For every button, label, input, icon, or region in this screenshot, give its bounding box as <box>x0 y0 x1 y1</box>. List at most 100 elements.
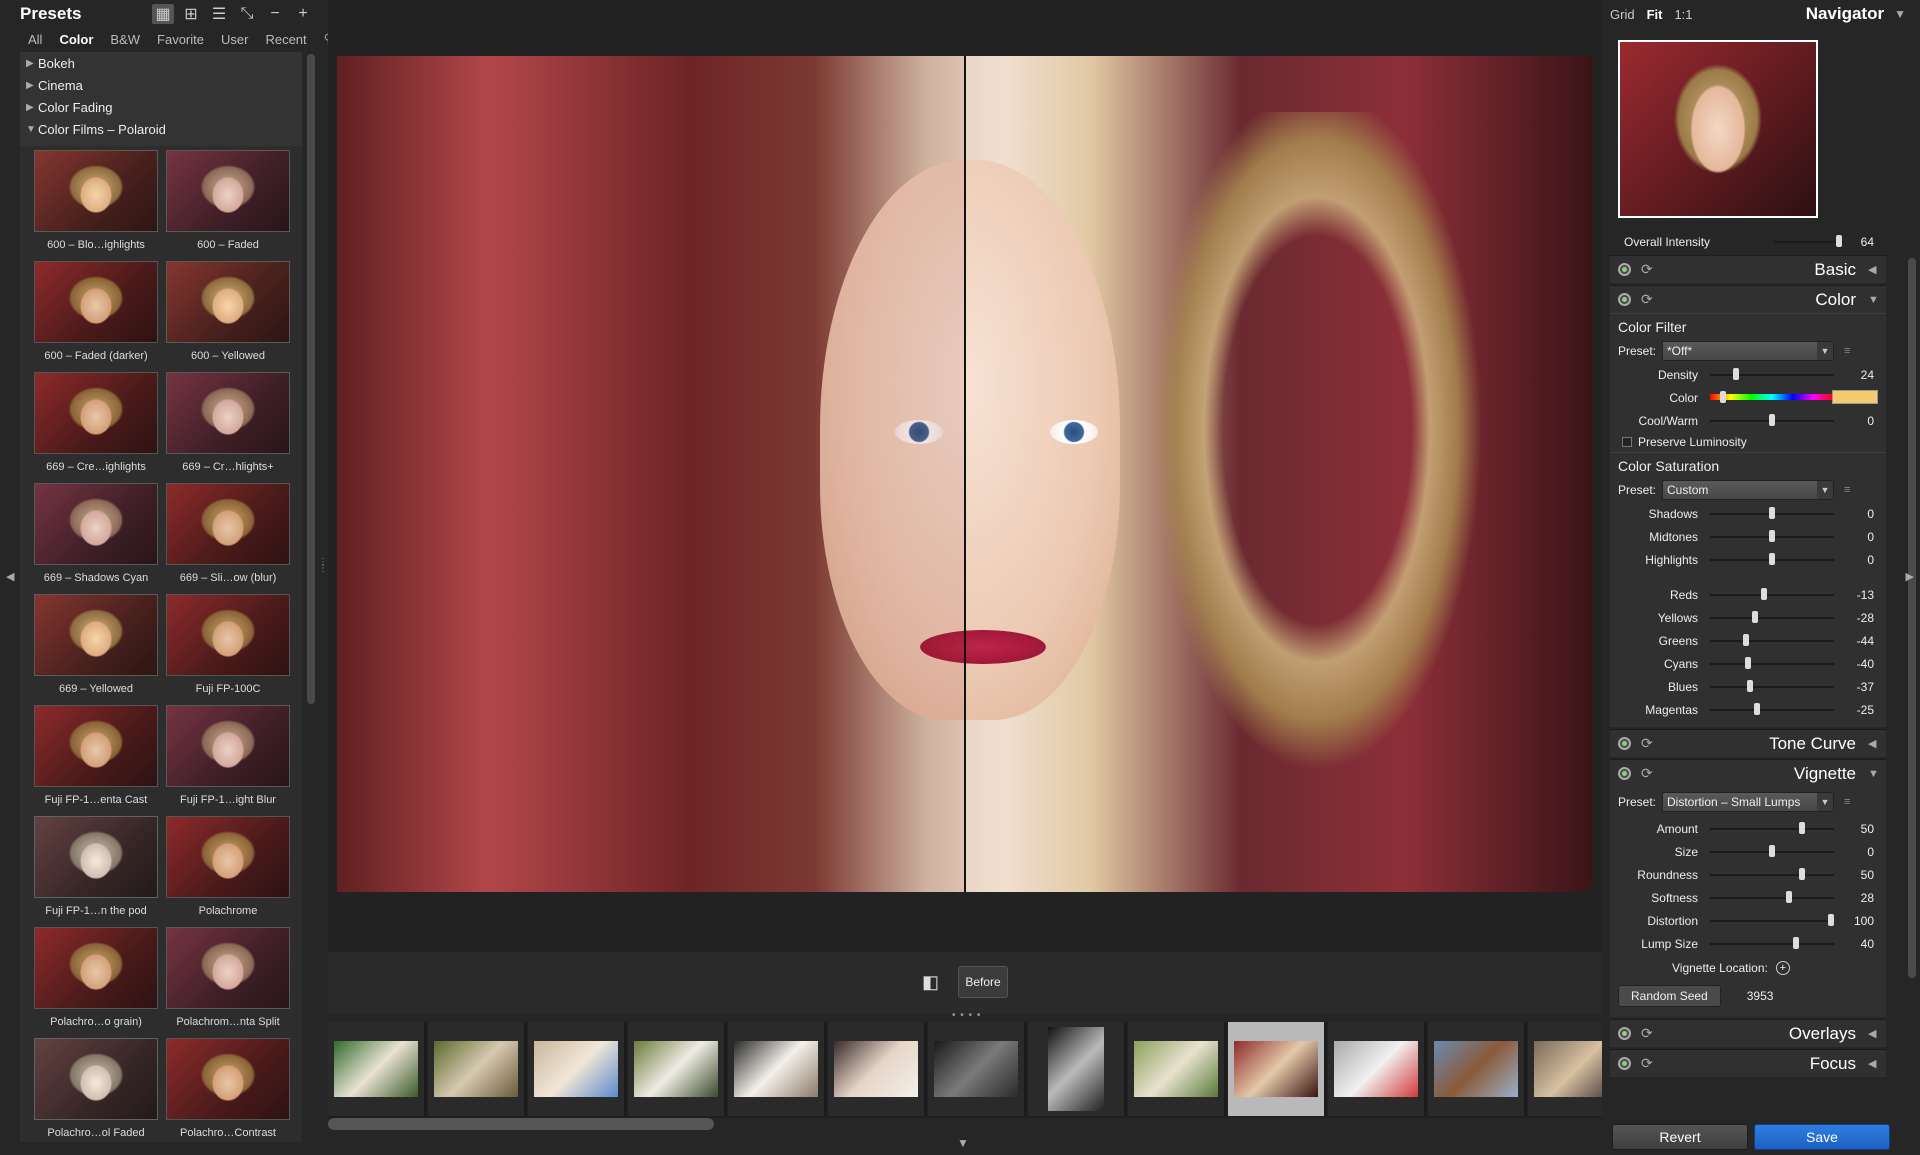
slider-reds[interactable]: Reds -13 <box>1610 583 1886 606</box>
before-button[interactable]: Before <box>958 966 1008 998</box>
collapse-right-panel-icon[interactable]: ▶ <box>1906 570 1914 583</box>
random-seed-button[interactable]: Random Seed <box>1618 985 1721 1007</box>
enable-toggle-icon[interactable] <box>1618 293 1631 306</box>
navigator-thumbnail[interactable] <box>1618 40 1818 218</box>
reset-icon[interactable]: ⟳ <box>1641 1055 1653 1072</box>
section-color[interactable]: ⟳ Color ▼ <box>1610 285 1886 313</box>
slider-highlights[interactable]: Highlights 0 <box>1610 548 1886 571</box>
slider-knob[interactable] <box>1754 703 1761 715</box>
reset-icon[interactable]: ⟳ <box>1641 765 1653 782</box>
filmstrip-item[interactable] <box>628 1022 726 1116</box>
filter-user[interactable]: User <box>221 32 248 47</box>
color-saturation-preset-select[interactable]: Custom ▼ <box>1662 480 1835 500</box>
category-bokeh[interactable]: ▶ Bokeh <box>20 52 302 74</box>
preset-thumbnail[interactable]: 669 – Shadows Cyan <box>34 483 158 584</box>
slider-knob[interactable] <box>1769 845 1775 857</box>
preset-thumbnail[interactable]: Polachrom…nta Split <box>166 927 290 1028</box>
filmstrip-item[interactable] <box>1228 1022 1326 1116</box>
section-tone-curve[interactable]: ⟳ Tone Curve ◀ <box>1610 729 1886 757</box>
slider-knob[interactable] <box>1745 657 1752 669</box>
filmstrip-item[interactable] <box>1128 1022 1226 1116</box>
slider-amount[interactable]: Amount 50 <box>1610 817 1886 840</box>
preset-thumbnail[interactable]: Polachro…ol Faded <box>34 1038 158 1139</box>
add-preset-icon[interactable]: + <box>292 4 314 24</box>
navigator-dropdown-icon[interactable]: ▼ <box>1894 7 1906 21</box>
color-swatch[interactable] <box>1832 390 1878 404</box>
filter-color[interactable]: Color <box>59 32 93 47</box>
slider-knob[interactable] <box>1752 611 1759 623</box>
slider-knob[interactable] <box>1733 368 1739 380</box>
list-view-icon[interactable]: ☰ <box>208 4 230 24</box>
vignette-preset-select[interactable]: Distortion – Small Lumps ▼ <box>1662 792 1835 812</box>
preset-thumbnail[interactable]: 669 – Sli…ow (blur) <box>166 483 290 584</box>
filmstrip-item[interactable] <box>328 1022 426 1116</box>
reset-icon[interactable]: ⟳ <box>1641 1025 1653 1042</box>
filmstrip-scrollbar[interactable] <box>328 1118 714 1130</box>
preset-menu-icon[interactable]: ≡ <box>1844 345 1850 357</box>
preset-thumbnail[interactable]: Fuji FP-1…enta Cast <box>34 705 158 806</box>
large-grid-view-icon[interactable]: ▦ <box>152 4 174 24</box>
reset-icon[interactable]: ⟳ <box>1641 261 1653 278</box>
preset-thumbnail[interactable]: 669 – Cre…ighlights <box>34 372 158 473</box>
filter-favorite[interactable]: Favorite <box>157 32 204 47</box>
presets-scrollbar[interactable] <box>307 54 315 704</box>
slider-knob[interactable] <box>1792 937 1799 949</box>
slider-knob[interactable] <box>1769 530 1775 542</box>
filmstrip-item[interactable] <box>428 1022 526 1116</box>
preset-thumbnail[interactable]: 600 – Yellowed <box>166 261 290 362</box>
preset-thumbnail[interactable]: Polachro…Contrast <box>166 1038 290 1139</box>
enable-toggle-icon[interactable] <box>1618 767 1631 780</box>
preset-thumbnail[interactable]: 669 – Yellowed <box>34 594 158 695</box>
reset-icon[interactable]: ⟳ <box>1641 291 1653 308</box>
collapse-left-panel-icon[interactable]: ◀ <box>6 570 14 583</box>
preset-thumbnail[interactable]: Fuji FP-100C <box>166 594 290 695</box>
slider-size[interactable]: Size 0 <box>1610 840 1886 863</box>
slider-knob[interactable] <box>1798 868 1805 880</box>
slider-knob[interactable] <box>1743 634 1750 646</box>
category-color-fading[interactable]: ▶ Color Fading <box>20 96 302 118</box>
filmstrip-item[interactable] <box>1428 1022 1526 1116</box>
slider-knob[interactable] <box>1769 553 1775 565</box>
filmstrip-resize-handle[interactable]: • • • • <box>952 1010 981 1021</box>
zoom-fit[interactable]: Fit <box>1647 7 1663 22</box>
preserve-luminosity-checkbox[interactable]: Preserve Luminosity <box>1610 432 1886 452</box>
remove-preset-icon[interactable]: − <box>264 4 286 24</box>
slider-softness[interactable]: Softness 28 <box>1610 886 1886 909</box>
enable-toggle-icon[interactable] <box>1618 263 1631 276</box>
slider-yellows[interactable]: Yellows -28 <box>1610 606 1886 629</box>
enable-toggle-icon[interactable] <box>1618 1027 1631 1040</box>
color-slider[interactable]: Color <box>1610 386 1886 409</box>
slider-lump-size[interactable]: Lump Size 40 <box>1610 932 1886 955</box>
filmstrip-item[interactable] <box>1528 1022 1602 1116</box>
category-cinema[interactable]: ▶ Cinema <box>20 74 302 96</box>
filmstrip-item[interactable] <box>728 1022 826 1116</box>
slider-knob[interactable] <box>1720 391 1726 403</box>
slider-knob[interactable] <box>1747 680 1754 692</box>
section-vignette[interactable]: ⟳ Vignette ▼ <box>1610 759 1886 787</box>
vignette-location-icon[interactable]: + <box>1775 961 1790 975</box>
slider-greens[interactable]: Greens -44 <box>1610 629 1886 652</box>
preset-thumbnail[interactable]: Polachro…o grain) <box>34 927 158 1028</box>
preset-thumbnail[interactable]: 600 – Blo…ighlights <box>34 150 158 251</box>
slider-magentas[interactable]: Magentas -25 <box>1610 698 1886 721</box>
enable-toggle-icon[interactable] <box>1618 1057 1631 1070</box>
slider-cyans[interactable]: Cyans -40 <box>1610 652 1886 675</box>
filter-bw[interactable]: B&W <box>110 32 140 47</box>
filmstrip-item[interactable] <box>828 1022 926 1116</box>
hide-filmstrip-icon[interactable]: ▼ <box>957 1136 969 1150</box>
slider-roundness[interactable]: Roundness 50 <box>1610 863 1886 886</box>
filmstrip-item[interactable] <box>928 1022 1026 1116</box>
before-after-divider[interactable] <box>964 56 966 892</box>
split-view-icon[interactable]: ◧ <box>922 972 944 994</box>
category-color-films-polaroid[interactable]: ▼ Color Films – Polaroid <box>20 118 302 140</box>
small-grid-view-icon[interactable]: ⊞ <box>180 4 202 24</box>
section-overlays[interactable]: ⟳ Overlays ◀ <box>1610 1019 1886 1047</box>
adjustments-scrollbar[interactable] <box>1908 258 1916 978</box>
slider-knob[interactable] <box>1769 507 1775 519</box>
filmstrip-item[interactable] <box>528 1022 626 1116</box>
slider-midtones[interactable]: Midtones 0 <box>1610 525 1886 548</box>
density-slider[interactable]: Density 24 <box>1610 363 1886 386</box>
slider-knob[interactable] <box>1761 588 1768 600</box>
revert-button[interactable]: Revert <box>1612 1124 1748 1150</box>
zoom-1-1[interactable]: 1:1 <box>1674 7 1692 22</box>
